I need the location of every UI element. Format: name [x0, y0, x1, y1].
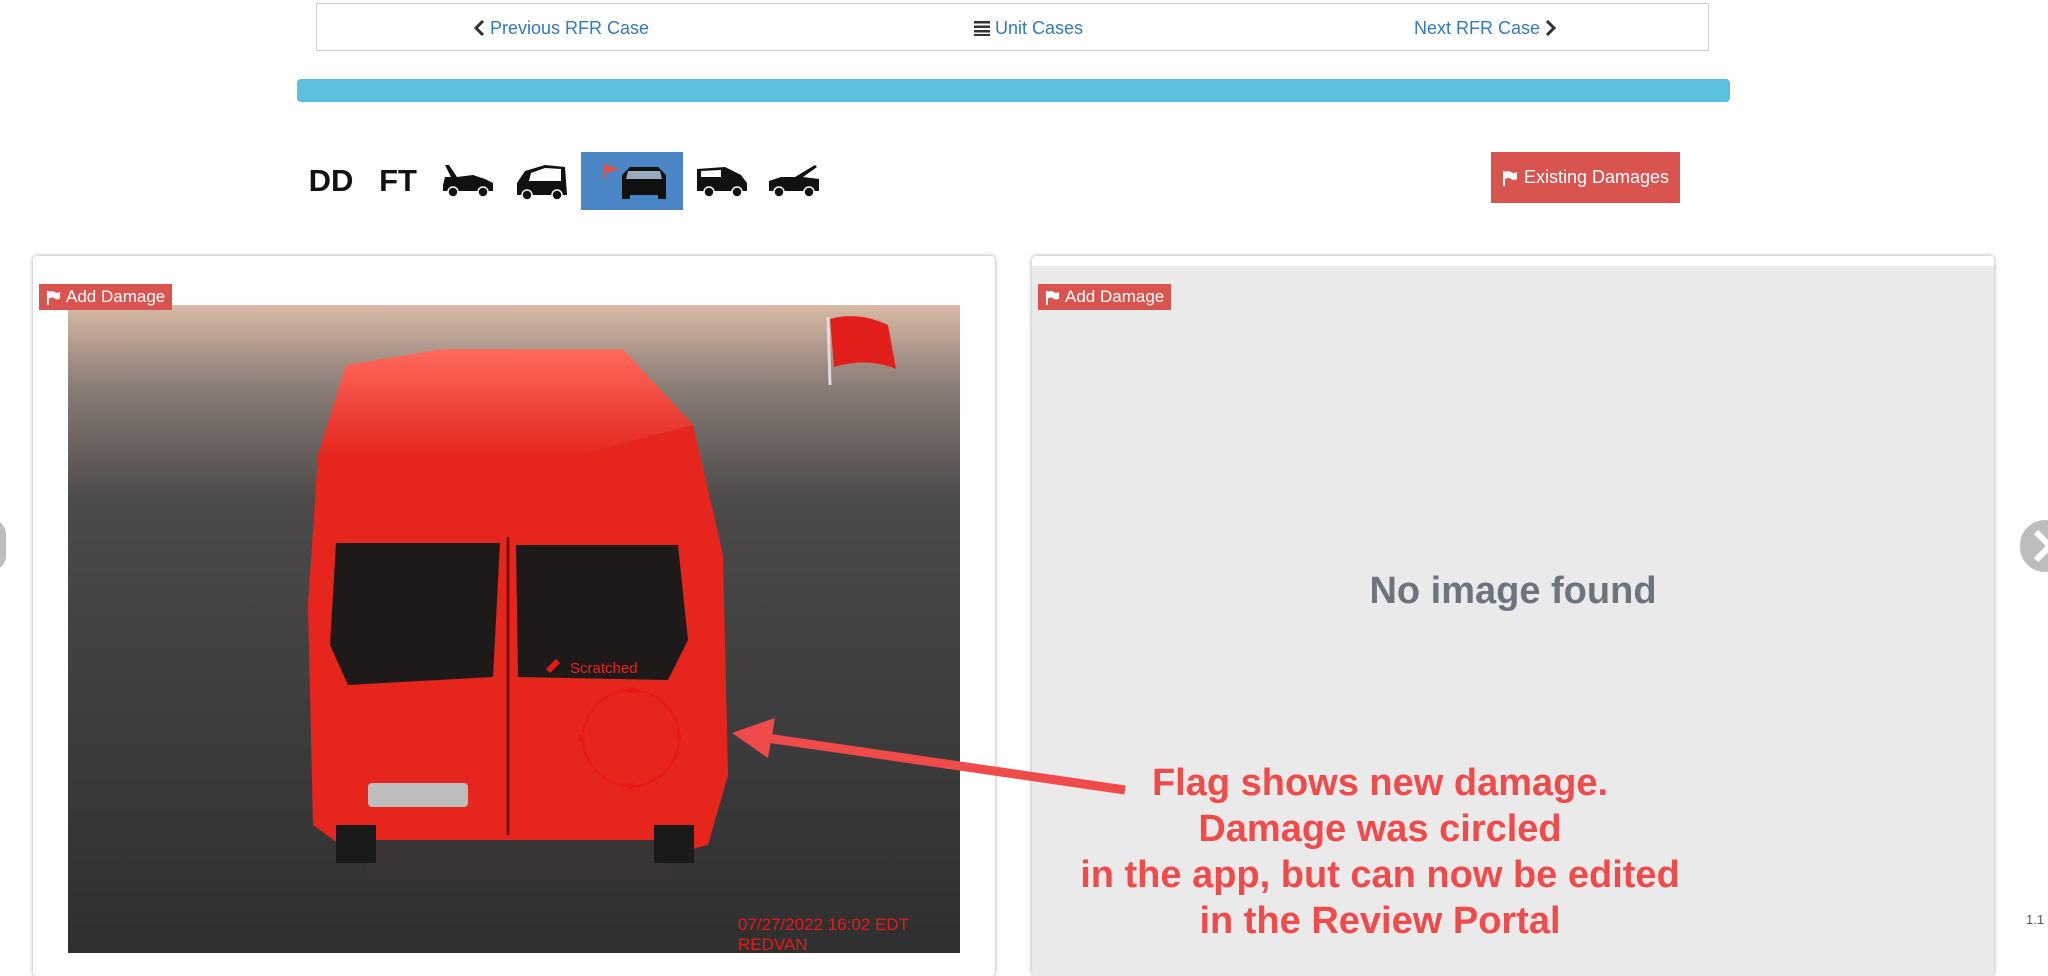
thumbnail-hood-open[interactable]: [762, 152, 826, 210]
list-icon: [974, 21, 990, 36]
annotation-line: Damage was circled: [1198, 808, 1562, 850]
thumbnail-side[interactable]: [690, 152, 754, 210]
annotation-line: Flag shows new damage.: [1151, 762, 1609, 804]
previous-rfr-case-link[interactable]: Previous RFR Case: [473, 4, 649, 52]
thumbnail-dd-label: DD: [308, 163, 354, 198]
photo-timestamp: 07/27/2022 16:02 EDT: [738, 915, 909, 934]
thumbnail-ft-label: FT: [379, 163, 417, 198]
flag-icon: [1502, 170, 1517, 186]
damage-label: Scratched: [570, 660, 638, 677]
unit-cases-link[interactable]: Unit Cases: [974, 4, 1083, 52]
case-navigation: Previous RFR Case Unit Cases Next RFR Ca…: [316, 3, 1709, 51]
thumbnail-dd[interactable]: DD: [300, 152, 362, 210]
flag-icon: [46, 290, 61, 305]
thumbnail-front-open[interactable]: [510, 152, 574, 210]
no-image-message: No image found: [1369, 570, 1657, 612]
add-damage-button-left[interactable]: Add Damage: [39, 284, 173, 310]
previous-photo-arrow[interactable]: [0, 520, 6, 570]
chevron-right-icon: [2033, 529, 2048, 563]
progress-bar: [297, 79, 1730, 102]
add-damage-label: Add Damage: [1065, 287, 1165, 306]
flag-icon: [1045, 290, 1060, 305]
existing-damages-button[interactable]: Existing Damages: [1491, 152, 1680, 203]
chevron-right-icon: [1545, 19, 1557, 37]
thumbnail-rear-flagged[interactable]: [581, 152, 683, 210]
annotation-text: Flag shows new damage. Damage was circle…: [1030, 760, 1730, 944]
next-rfr-case-link[interactable]: Next RFR Case: [1414, 4, 1557, 52]
next-rfr-case-label: Next RFR Case: [1414, 18, 1541, 38]
car-hood-open-icon: [769, 165, 819, 198]
unit-cases-label: Unit Cases: [995, 18, 1084, 38]
car-side-icon: [697, 167, 747, 198]
previous-rfr-case-label: Previous RFR Case: [490, 18, 650, 38]
chevron-left-icon: [473, 19, 485, 37]
vehicle-photo[interactable]: Scratched 07/27/2022 16:02 EDT REDVAN: [68, 305, 960, 953]
annotation-line: in the app, but can now be edited: [1080, 854, 1680, 896]
existing-damages-label: Existing Damages: [1523, 167, 1670, 187]
annotation-line: in the Review Portal: [1199, 900, 1561, 942]
add-damage-label: Add Damage: [66, 287, 166, 306]
car-side-open-icon: [443, 165, 493, 198]
photo-vehicle-label: REDVAN: [738, 935, 808, 953]
version-text: 1.1: [2026, 912, 2045, 927]
add-damage-button-right[interactable]: Add Damage: [1038, 284, 1172, 310]
car-rear-flagged-icon: [603, 164, 666, 199]
next-photo-arrow[interactable]: [2020, 520, 2048, 572]
thumbnail-ft[interactable]: FT: [368, 152, 428, 210]
car-front-open-icon: [517, 165, 567, 201]
thumbnail-side-open[interactable]: [436, 152, 500, 210]
